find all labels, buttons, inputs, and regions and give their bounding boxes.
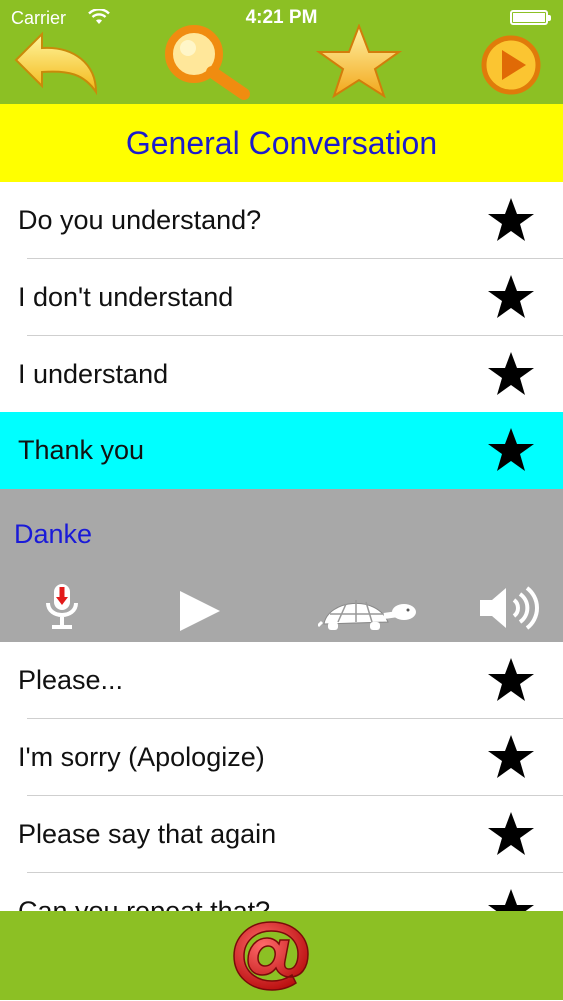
phrase-row[interactable]: I understand [0, 336, 563, 413]
phrase-label: I'm sorry (Apologize) [18, 742, 265, 772]
favorite-star-icon[interactable] [486, 274, 536, 325]
favorite-star-icon[interactable] [486, 197, 536, 248]
turtle-slow-icon[interactable] [316, 592, 418, 637]
favorite-star-icon[interactable] [486, 351, 536, 402]
phrase-label: I understand [18, 359, 169, 389]
phrase-label: Do you understand? [18, 205, 262, 235]
phrase-label: Thank you [18, 435, 145, 465]
translation-text: Danke [14, 519, 93, 549]
page-title: General Conversation [125, 125, 438, 161]
favorite-star-icon[interactable] [486, 427, 536, 478]
phrase-label: Please... [18, 665, 124, 695]
play-icon[interactable] [178, 589, 222, 638]
phrase-row[interactable]: Do you understand? [0, 182, 563, 259]
clock: 4:21 PM [245, 7, 318, 28]
phrase-label: Please say that again [18, 819, 277, 849]
back-arrow-icon[interactable] [12, 30, 100, 96]
bottom-toolbar [0, 911, 563, 1000]
section-title-bar: General Conversation [0, 104, 563, 182]
phrase-label: I don't understand [18, 282, 234, 312]
phrase-row[interactable]: Please... [0, 642, 563, 719]
phrase-row[interactable]: Please say that again [0, 796, 563, 873]
microphone-icon[interactable] [42, 581, 82, 636]
at-sign-icon[interactable] [228, 916, 314, 1001]
top-toolbar: Carrier 4:21 PM [0, 0, 563, 104]
star-icon[interactable] [315, 24, 403, 98]
favorite-star-icon[interactable] [486, 734, 536, 785]
speaker-icon[interactable] [478, 585, 544, 636]
battery-icon [510, 10, 551, 25]
favorite-star-icon[interactable] [486, 657, 536, 708]
translation-panel: Danke [0, 489, 563, 642]
phrase-row[interactable]: I'm sorry (Apologize) [0, 719, 563, 796]
phrase-row-selected[interactable]: Thank you [0, 412, 563, 489]
magnifier-icon[interactable] [160, 24, 252, 102]
play-circle-icon[interactable] [480, 34, 542, 96]
phrase-row[interactable]: I don't understand [0, 259, 563, 336]
favorite-star-icon[interactable] [486, 811, 536, 862]
